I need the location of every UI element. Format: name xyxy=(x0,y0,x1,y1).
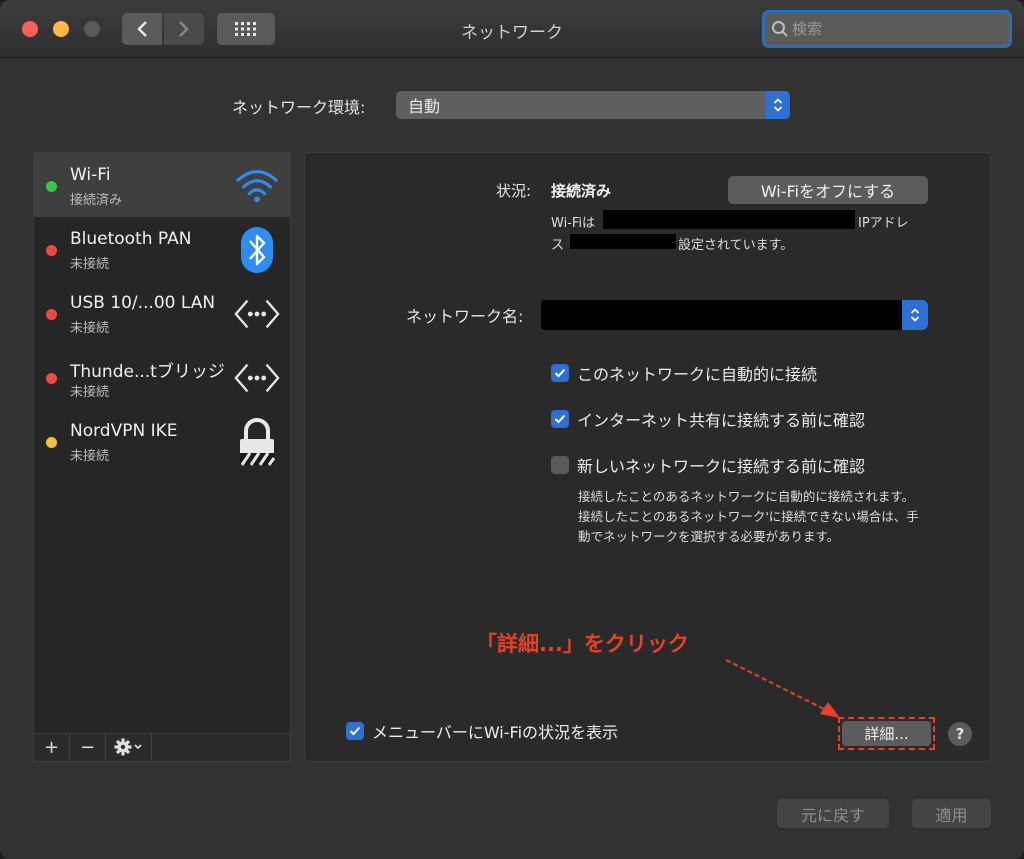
network-preferences-window: ネットワーク ネットワーク環境: 自動 Wi-Fi 接続済み xyxy=(0,0,1024,859)
checkmark-icon xyxy=(349,726,361,736)
advanced-button[interactable]: 詳細... xyxy=(842,721,931,746)
revert-button[interactable]: 元に戻す xyxy=(777,799,889,828)
help-button[interactable]: ? xyxy=(948,722,972,746)
show-in-menubar-checkbox[interactable] xyxy=(346,722,364,740)
show-in-menubar-checkbox-row[interactable]: メニューバーにWi-Fiの状況を表示 xyxy=(346,719,618,743)
advanced-button-highlight: 詳細... xyxy=(838,717,935,750)
show-in-menubar-label: メニューバーにWi-Fiの状況を表示 xyxy=(372,723,619,742)
apply-button[interactable]: 適用 xyxy=(912,799,991,828)
